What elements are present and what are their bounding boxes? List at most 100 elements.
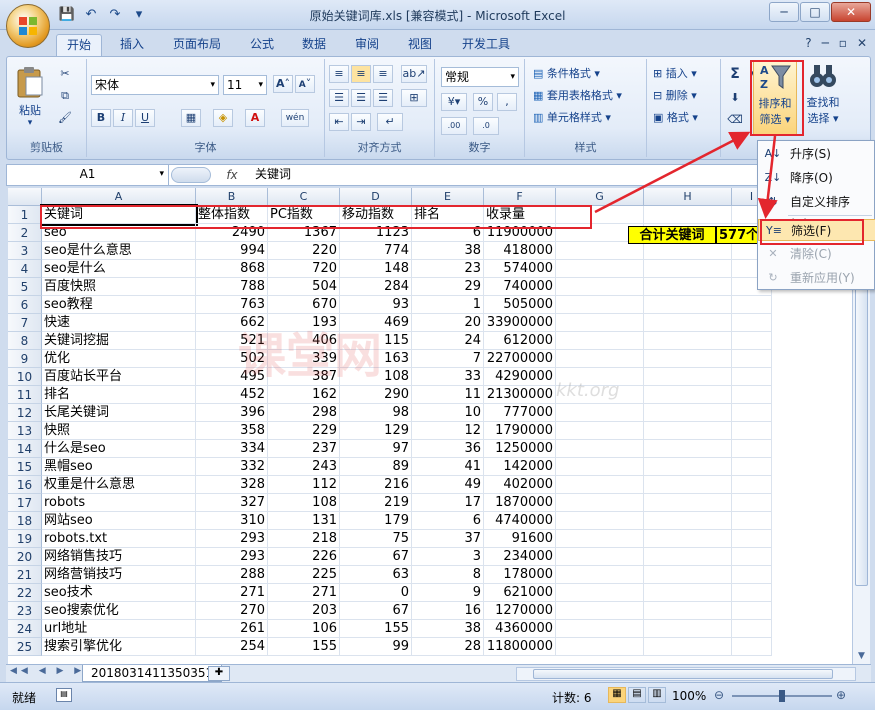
- empty-cell[interactable]: [556, 566, 644, 584]
- value-cell[interactable]: 37: [412, 530, 484, 548]
- empty-cell[interactable]: [732, 530, 772, 548]
- value-cell[interactable]: 271: [196, 584, 268, 602]
- sort-filter-button[interactable]: A Z 排序和 筛选 ▾: [753, 61, 797, 135]
- value-cell[interactable]: 1870000: [484, 494, 556, 512]
- empty-cell[interactable]: [732, 548, 772, 566]
- value-cell[interactable]: 358: [196, 422, 268, 440]
- column-header-f[interactable]: F: [484, 188, 556, 206]
- row-header[interactable]: 5: [8, 278, 42, 296]
- keyword-cell[interactable]: url地址: [42, 620, 196, 638]
- align-right-icon[interactable]: ☰: [373, 89, 393, 107]
- value-cell[interactable]: 505000: [484, 296, 556, 314]
- close-doc-icon[interactable]: ✕: [857, 36, 867, 50]
- sheet-tab[interactable]: 2018031411350351: [82, 665, 223, 682]
- empty-cell[interactable]: [732, 476, 772, 494]
- scroll-down-icon[interactable]: ▼: [853, 648, 870, 664]
- value-cell[interactable]: 290: [340, 386, 412, 404]
- zoom-in-icon[interactable]: ⊕: [836, 688, 846, 702]
- value-cell[interactable]: 504: [268, 278, 340, 296]
- cell-styles-button[interactable]: ▥ 单元格样式 ▾: [533, 109, 611, 125]
- value-cell[interactable]: 9: [412, 584, 484, 602]
- value-cell[interactable]: 97: [340, 440, 412, 458]
- header-cell[interactable]: 关键词: [40, 204, 198, 226]
- value-cell[interactable]: 284: [340, 278, 412, 296]
- value-cell[interactable]: 271: [268, 584, 340, 602]
- value-cell[interactable]: 237: [268, 440, 340, 458]
- find-select-button[interactable]: 查找和 选择 ▾: [801, 61, 845, 135]
- zoom-level[interactable]: 100%: [672, 689, 706, 703]
- value-cell[interactable]: 994: [196, 242, 268, 260]
- value-cell[interactable]: 142000: [484, 458, 556, 476]
- value-cell[interactable]: 328: [196, 476, 268, 494]
- header-cell[interactable]: 排名: [412, 206, 484, 224]
- align-bottom-icon[interactable]: ≡: [373, 65, 393, 83]
- empty-cell[interactable]: [556, 584, 644, 602]
- empty-cell[interactable]: [644, 638, 732, 656]
- empty-cell[interactable]: [556, 530, 644, 548]
- name-box[interactable]: A1 ▾: [7, 165, 169, 185]
- empty-cell[interactable]: [732, 566, 772, 584]
- merge-center-icon[interactable]: ⊞: [401, 89, 427, 107]
- value-cell[interactable]: 112: [268, 476, 340, 494]
- minimize-button[interactable]: ─: [769, 2, 799, 22]
- empty-cell[interactable]: [644, 314, 732, 332]
- empty-cell[interactable]: [556, 458, 644, 476]
- value-cell[interactable]: 67: [340, 602, 412, 620]
- value-cell[interactable]: 1: [412, 296, 484, 314]
- empty-cell[interactable]: [644, 458, 732, 476]
- number-format-select[interactable]: 常规 ▾: [441, 67, 519, 87]
- value-cell[interactable]: 469: [340, 314, 412, 332]
- empty-cell[interactable]: [556, 494, 644, 512]
- value-cell[interactable]: 662: [196, 314, 268, 332]
- value-cell[interactable]: 774: [340, 242, 412, 260]
- keyword-cell[interactable]: 快照: [42, 422, 196, 440]
- empty-cell[interactable]: [732, 332, 772, 350]
- value-cell[interactable]: 28: [412, 638, 484, 656]
- row-header[interactable]: 25: [8, 638, 42, 656]
- value-cell[interactable]: 387: [268, 368, 340, 386]
- value-cell[interactable]: 740000: [484, 278, 556, 296]
- row-header[interactable]: 23: [8, 602, 42, 620]
- value-cell[interactable]: 33: [412, 368, 484, 386]
- keyword-cell[interactable]: 网络营销技巧: [42, 566, 196, 584]
- keyword-cell[interactable]: 什么是seo: [42, 440, 196, 458]
- font-name-select[interactable]: 宋体 ▾: [91, 75, 219, 95]
- empty-cell[interactable]: [732, 602, 772, 620]
- value-cell[interactable]: 4360000: [484, 620, 556, 638]
- underline-icon[interactable]: U: [135, 109, 155, 127]
- empty-cell[interactable]: [732, 440, 772, 458]
- insert-function-icon[interactable]: fx: [217, 165, 247, 185]
- value-cell[interactable]: 293: [196, 530, 268, 548]
- value-cell[interactable]: 163: [340, 350, 412, 368]
- row-header[interactable]: 8: [8, 332, 42, 350]
- help-icon[interactable]: ?: [805, 36, 811, 50]
- value-cell[interactable]: 406: [268, 332, 340, 350]
- value-cell[interactable]: 868: [196, 260, 268, 278]
- wrap-text-icon[interactable]: ↵: [377, 113, 403, 131]
- align-left-icon[interactable]: ☰: [329, 89, 349, 107]
- row-header[interactable]: 11: [8, 386, 42, 404]
- empty-cell[interactable]: [732, 494, 772, 512]
- tab-data[interactable]: 数据: [292, 34, 336, 56]
- align-top-icon[interactable]: ≡: [329, 65, 349, 83]
- empty-cell[interactable]: [732, 638, 772, 656]
- keyword-cell[interactable]: 优化: [42, 350, 196, 368]
- value-cell[interactable]: 162: [268, 386, 340, 404]
- empty-cell[interactable]: [644, 368, 732, 386]
- value-cell[interactable]: 106: [268, 620, 340, 638]
- keyword-cell[interactable]: seo教程: [42, 296, 196, 314]
- row-header[interactable]: 10: [8, 368, 42, 386]
- font-size-select[interactable]: 11 ▾: [223, 75, 267, 95]
- keyword-cell[interactable]: seo: [42, 224, 196, 242]
- page-break-view-icon[interactable]: ▥: [648, 687, 666, 703]
- comma-icon[interactable]: ,: [497, 93, 517, 111]
- empty-cell[interactable]: [732, 296, 772, 314]
- column-header-d[interactable]: D: [340, 188, 412, 206]
- value-cell[interactable]: 219: [340, 494, 412, 512]
- horizontal-scroll-thumb[interactable]: [533, 669, 833, 679]
- value-cell[interactable]: 93: [340, 296, 412, 314]
- value-cell[interactable]: 148: [340, 260, 412, 278]
- tab-home[interactable]: 开始: [56, 34, 103, 56]
- empty-cell[interactable]: [732, 314, 772, 332]
- row-header[interactable]: 14: [8, 440, 42, 458]
